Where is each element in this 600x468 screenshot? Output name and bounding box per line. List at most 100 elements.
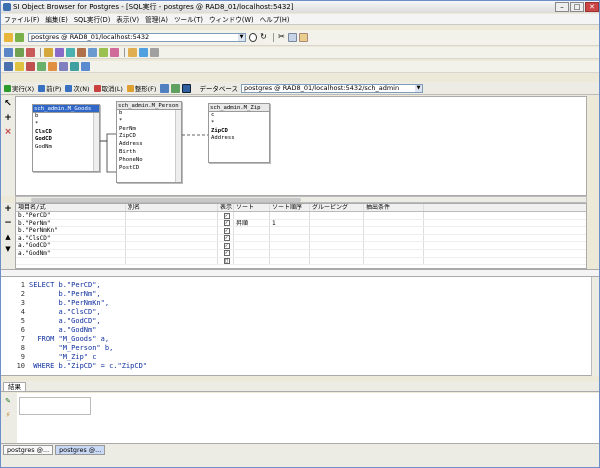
trigger-icon[interactable] (77, 48, 86, 57)
remove-icon[interactable]: × (4, 128, 12, 137)
grid-cell-alias[interactable] (126, 212, 218, 219)
table-row[interactable]: b."PerNmKn" ✓ (16, 227, 586, 235)
column-item[interactable]: PostCD (117, 165, 181, 173)
column-item[interactable]: b (117, 110, 181, 118)
sequence-icon[interactable] (88, 48, 97, 57)
explorer-icon[interactable] (81, 62, 90, 71)
sql-editor[interactable]: 1 SELECT b."PerCD", 2 b."PerNm", 3 b."PerNm… (1, 277, 599, 376)
maximize-button[interactable]: □ (570, 2, 584, 12)
grid-cell-empty[interactable] (310, 234, 364, 242)
show-checkbox[interactable]: ✓ (223, 235, 230, 242)
grid-cell-sort[interactable] (234, 257, 270, 265)
copy-icon[interactable] (288, 33, 297, 42)
paste-icon[interactable] (299, 33, 308, 42)
grid-cell-empty[interactable] (364, 257, 424, 265)
grid-cell-expr[interactable]: b."PerNm" (16, 219, 126, 227)
show-checkbox-cell[interactable]: ✓ (218, 234, 234, 242)
monitor-icon[interactable] (70, 62, 79, 71)
grid-cell-empty[interactable] (310, 249, 364, 257)
cancel-button[interactable]: 取消(L) (93, 84, 123, 93)
grid-cell-sort[interactable] (234, 212, 270, 219)
grid-cell-order[interactable] (270, 227, 310, 234)
grid-cell-order[interactable] (270, 242, 310, 249)
show-checkbox[interactable]: ✓ (223, 220, 230, 227)
cut-icon[interactable]: ✂ (277, 33, 286, 42)
grid-cell-expr[interactable]: b."PerCD" (16, 212, 126, 219)
column-item[interactable]: * (209, 120, 269, 128)
type-icon[interactable] (99, 48, 108, 57)
remove-icon[interactable]: − (4, 219, 12, 228)
disconnect-icon[interactable] (15, 33, 24, 42)
show-checkbox[interactable]: ✓ (223, 212, 230, 219)
move-down-icon[interactable]: ▼ (4, 245, 12, 253)
add-icon[interactable]: + (4, 114, 12, 123)
show-checkbox[interactable]: ✓ (223, 227, 230, 234)
function-icon[interactable] (66, 48, 75, 57)
diagram-scrollbar[interactable] (15, 196, 587, 203)
table-row[interactable]: a."ClsCD" ✓ (16, 234, 586, 243)
grid-cell-expr[interactable] (16, 257, 126, 265)
column-item[interactable]: PhoneNo (117, 157, 181, 165)
connection-select[interactable]: postgres @ RAD8_01/localhost:5432 ▼ (28, 33, 246, 42)
menu-sql[interactable]: SQL実行(D) (71, 14, 113, 24)
database-select[interactable]: postgres @ RAD8_01/localhost:5432/sch_ad… (241, 83, 424, 93)
index-icon[interactable] (26, 48, 35, 57)
grid-cell-sort[interactable] (234, 227, 270, 234)
sql-window-icon[interactable] (4, 62, 13, 71)
grid-cell-empty[interactable] (310, 219, 364, 227)
grid-cell-order[interactable] (270, 212, 310, 219)
grid-cell-empty[interactable] (364, 242, 424, 249)
compare-icon[interactable] (59, 62, 68, 71)
layout-icon[interactable] (182, 83, 192, 93)
grid-cell-alias[interactable] (126, 242, 218, 249)
table-row[interactable]: a."GodCD" ✓ (16, 242, 586, 250)
table-box-title[interactable]: sch_admin.M_Zip (209, 104, 269, 112)
grid-cell-order[interactable] (270, 234, 310, 242)
grid-cell-empty[interactable] (364, 212, 424, 219)
table-box-m-person[interactable]: sch_admin.M_Person b * PerNm ZipCD Addre… (116, 101, 182, 183)
table-row[interactable]: b."PerCD" ✓ (16, 212, 586, 220)
grid-cell-sort[interactable] (234, 249, 270, 257)
grid-cell-order[interactable]: 1 (270, 219, 310, 227)
grid-icon[interactable] (37, 62, 46, 71)
table-box-m-goods[interactable]: sch_admin.M_Goods b * ClsCD GodCD GodNm (32, 104, 100, 172)
window-tab-1[interactable]: postgres @... (3, 444, 54, 455)
table-row[interactable]: □ (16, 257, 586, 266)
report-icon[interactable] (150, 48, 159, 57)
folder-icon[interactable] (15, 62, 24, 71)
column-item[interactable]: Address (209, 135, 269, 143)
grid-cell-expr[interactable]: b."PerNmKn" (16, 227, 126, 234)
export-icon[interactable] (128, 48, 137, 57)
menu-edit[interactable]: 編集(E) (42, 14, 71, 24)
grid-cell-empty[interactable] (364, 219, 424, 227)
refresh-icon[interactable]: ↻ (259, 33, 268, 42)
column-item[interactable]: Birth (117, 149, 181, 157)
next-button[interactable]: 次(N) (65, 84, 90, 93)
column-item[interactable]: ZipCD (117, 133, 181, 141)
grid-cell-expr[interactable]: a."GodCD" (16, 242, 126, 249)
grid-cell-order[interactable] (270, 257, 310, 265)
grid-cell-empty[interactable] (364, 234, 424, 242)
grid-cell-alias[interactable] (126, 257, 218, 265)
table-row[interactable]: b."PerNm" ✓ 昇順 1 (16, 219, 586, 228)
close-button[interactable]: ✕ (585, 2, 599, 12)
move-up-icon[interactable]: ▲ (4, 233, 12, 241)
bookmark-icon[interactable] (26, 62, 35, 71)
connect-icon[interactable] (4, 33, 13, 42)
execute-button[interactable]: 実行(X) (4, 84, 34, 93)
stop-icon[interactable] (249, 33, 257, 42)
menu-view[interactable]: 表示(V) (113, 14, 142, 24)
grid-cell-sort[interactable] (234, 234, 270, 242)
grid-cell-empty[interactable] (364, 227, 424, 234)
column-item[interactable]: Address (117, 141, 181, 149)
package-icon[interactable] (48, 62, 57, 71)
menu-help[interactable]: ヘルプ(H) (257, 14, 293, 24)
pointer-icon[interactable]: ↖ (4, 100, 12, 109)
menu-file[interactable]: ファイル(F) (1, 14, 42, 24)
user-icon[interactable] (44, 48, 53, 57)
show-checkbox[interactable]: ✓ (223, 242, 230, 249)
menu-tools[interactable]: ツール(T) (171, 14, 206, 24)
save-icon[interactable] (160, 83, 170, 93)
grid-cell-empty[interactable] (310, 227, 364, 234)
grid-cell-expr[interactable]: a."GodNm" (16, 249, 126, 257)
